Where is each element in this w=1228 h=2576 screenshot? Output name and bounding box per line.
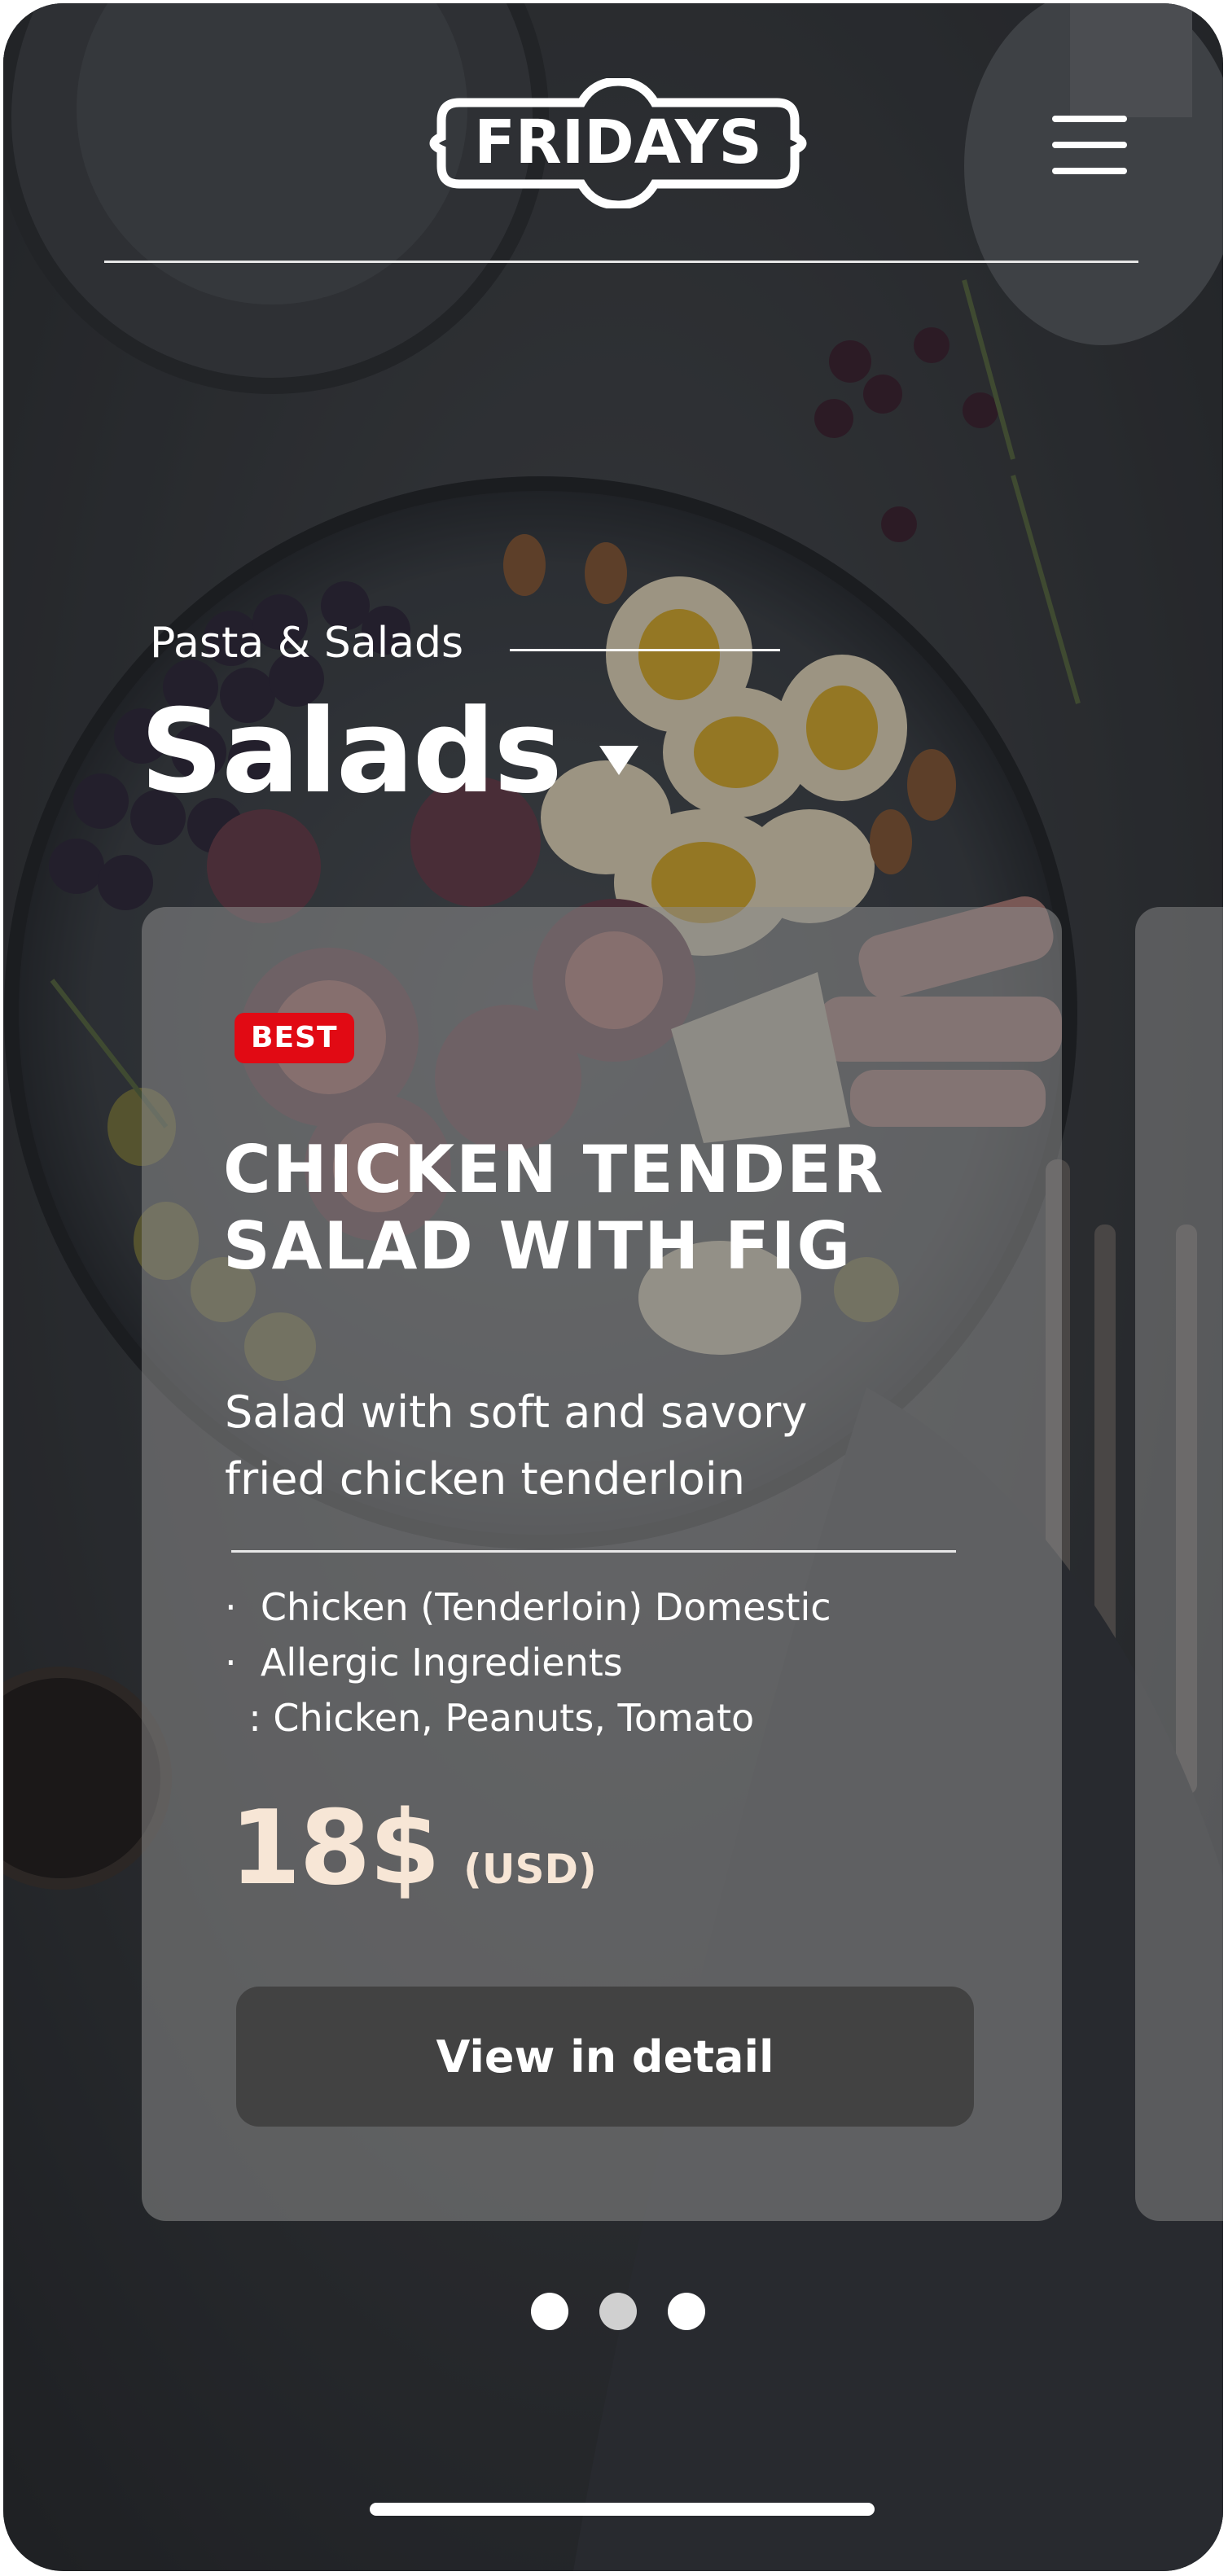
- item-name: CHICKEN TENDER SALAD WITH FIG: [223, 1132, 1005, 1285]
- carousel-pagination: [531, 2293, 705, 2330]
- pagination-dot[interactable]: [668, 2293, 705, 2330]
- card-divider: [231, 1550, 956, 1553]
- price-value: 18$: [230, 1788, 441, 1908]
- info-line: : Chicken, Peanuts, Tomato: [225, 1696, 755, 1740]
- next-card-peek[interactable]: [1135, 907, 1223, 2221]
- fridays-logo[interactable]: FRIDAYS: [427, 78, 809, 208]
- menu-bar: [1052, 116, 1127, 122]
- item-description: Salad with soft and savory fried chicken…: [225, 1379, 958, 1513]
- menu-bar: [1052, 168, 1127, 174]
- category-underline: [510, 649, 780, 651]
- item-info-list: · Chicken (Tenderloin) Domestic · Allerg…: [225, 1579, 958, 1746]
- price: 18$ (USD): [230, 1791, 597, 1905]
- pagination-dot-active[interactable]: [599, 2293, 637, 2330]
- description-line: fried chicken tenderloin: [225, 1453, 746, 1505]
- item-name-line: SALAD WITH FIG: [223, 1208, 853, 1284]
- info-line: · Chicken (Tenderloin) Domestic: [225, 1585, 831, 1629]
- best-badge: BEST: [235, 1013, 354, 1063]
- caret-down-icon[interactable]: [599, 746, 638, 775]
- hamburger-menu-icon[interactable]: [1052, 116, 1130, 176]
- page-title: Salads: [140, 685, 563, 819]
- logo-text: FRIDAYS: [474, 107, 762, 177]
- view-detail-button[interactable]: View in detail: [236, 1987, 974, 2127]
- description-line: Salad with soft and savory: [225, 1387, 808, 1438]
- home-indicator[interactable]: [370, 2503, 875, 2516]
- phone-screen: FRIDAYS Pasta & Salads Salads BEST CHICK…: [3, 3, 1223, 2571]
- header-divider: [104, 261, 1138, 263]
- item-name-line: CHICKEN TENDER: [223, 1132, 885, 1207]
- menu-item-card[interactable]: BEST CHICKEN TENDER SALAD WITH FIG Salad…: [142, 907, 1062, 2221]
- info-line: · Allergic Ingredients: [225, 1641, 623, 1684]
- pagination-dot[interactable]: [531, 2293, 568, 2330]
- price-currency: (USD): [463, 1846, 597, 1893]
- menu-bar: [1052, 142, 1127, 148]
- category-label[interactable]: Pasta & Salads: [150, 619, 463, 668]
